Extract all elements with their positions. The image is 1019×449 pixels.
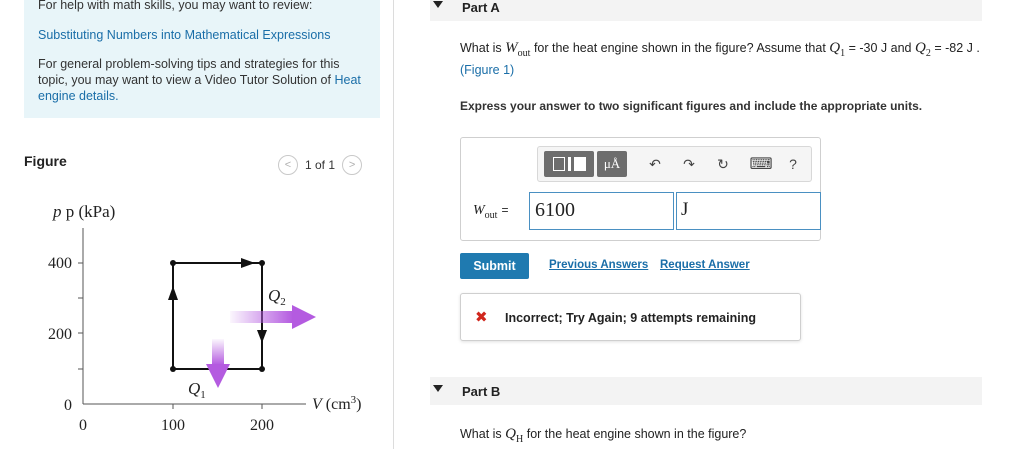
q2-label: Q2 — [268, 286, 286, 308]
answer-panel: μÅ ↶ ↷ ↻ ⌨ ? Wout = 6100 J — [460, 137, 821, 241]
q1-arrow-head — [206, 364, 230, 388]
top-arrow — [241, 258, 255, 268]
q2-arrow-body — [230, 311, 293, 323]
answer-value-input[interactable]: 6100 — [529, 192, 674, 230]
pv-diagram: p p (kPa) 400 200 0 0 100 200 V (cm3) Q2… — [48, 202, 361, 434]
collapse-triangle-icon[interactable] — [433, 385, 443, 392]
answer-instruction: Express your answer to two significant f… — [460, 99, 923, 113]
right-arrow — [257, 330, 267, 343]
x-axis-label: V (cm3) — [312, 394, 361, 413]
q2-symbol: Q2 — [914, 40, 931, 59]
help-paragraph: For general problem-solving tips and str… — [38, 56, 368, 104]
qh-symbol: QH — [505, 426, 524, 445]
templates-button[interactable] — [544, 151, 594, 177]
feedback-box: ✖ Incorrect; Try Again; 9 attempts remai… — [460, 293, 801, 341]
template-fill-icon — [573, 157, 586, 171]
pager-count: 1 of 1 — [305, 158, 336, 172]
incorrect-icon: ✖ — [475, 309, 488, 326]
pager-prev-button[interactable]: < — [278, 155, 298, 175]
x-tick-0: 0 — [79, 417, 87, 434]
part-b-header[interactable]: Part B — [430, 377, 982, 405]
help-box: For help with math skills, you may want … — [24, 0, 380, 118]
left-arrow — [168, 286, 178, 300]
request-answer-link[interactable]: Request Answer — [660, 259, 750, 271]
answer-variable-label: Wout = — [473, 203, 509, 221]
math-toolbar: μÅ ↶ ↷ ↻ ⌨ ? — [537, 146, 812, 182]
part-a-question: What is Wout for the heat engine shown i… — [460, 40, 980, 77]
template-bar-icon — [567, 157, 571, 171]
feedback-message: Incorrect; Try Again; 9 attempts remaini… — [505, 311, 756, 325]
previous-answers-link[interactable]: Previous Answers — [549, 259, 648, 271]
y-axis-label: p p (kPa) — [52, 202, 115, 221]
help-paragraph-text: For general problem-solving tips and str… — [38, 57, 340, 87]
figure-link[interactable]: (Figure 1) — [460, 63, 514, 77]
q1-label: Q1 — [188, 379, 206, 401]
x-tick-200: 200 — [250, 417, 274, 434]
q2-arrow-head — [292, 305, 316, 329]
column-divider — [393, 0, 394, 449]
units-button[interactable]: μÅ — [597, 151, 627, 177]
help-intro: For help with math skills, you may want … — [38, 0, 313, 12]
math-skills-link[interactable]: Substituting Numbers into Mathematical E… — [38, 28, 331, 42]
w-out-symbol: Wout — [505, 40, 531, 59]
q1-symbol: Q1 — [829, 40, 846, 59]
figure-title: Figure — [24, 153, 67, 169]
answer-unit-input[interactable]: J — [676, 192, 821, 230]
figure-pager: < 1 of 1 > — [278, 155, 363, 175]
keyboard-icon[interactable]: ⌨ — [749, 152, 773, 176]
redo-icon[interactable]: ↷ — [677, 152, 701, 176]
part-b-label: Part B — [462, 384, 501, 399]
collapse-triangle-icon[interactable] — [433, 1, 443, 8]
part-a-header[interactable]: Part A — [430, 0, 982, 21]
y-tick-200: 200 — [48, 326, 72, 343]
y-tick-0: 0 — [64, 397, 72, 414]
reset-icon[interactable]: ↻ — [711, 152, 735, 176]
undo-icon[interactable]: ↶ — [643, 152, 667, 176]
part-a-label: Part A — [462, 0, 500, 15]
y-tick-400: 400 — [48, 255, 72, 272]
help-icon[interactable]: ? — [781, 152, 805, 176]
submit-button[interactable]: Submit — [460, 253, 529, 279]
x-tick-100: 100 — [161, 417, 185, 434]
pager-next-button[interactable]: > — [342, 155, 363, 175]
part-b-question: What is QH for the heat engine shown in … — [460, 426, 747, 445]
q1-arrow-body — [212, 339, 224, 365]
template-box-icon — [552, 157, 565, 171]
